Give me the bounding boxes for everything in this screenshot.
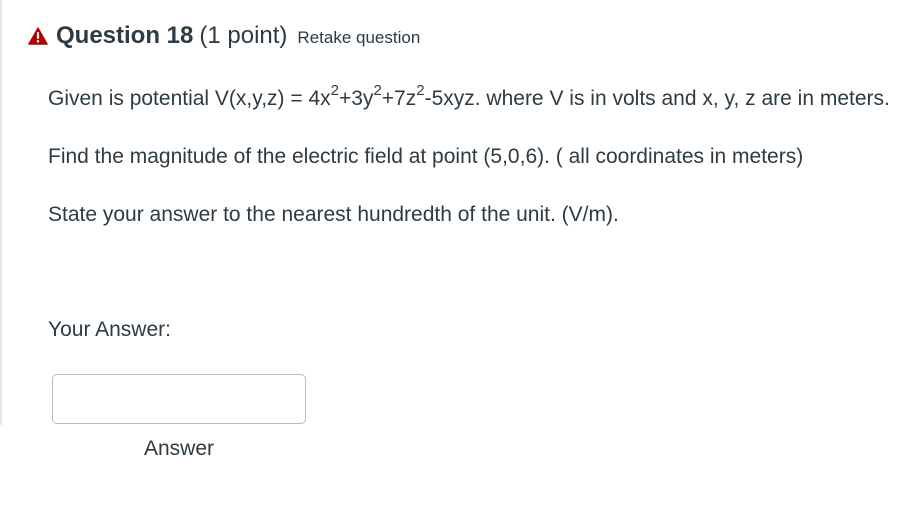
potential-text-z: +7z bbox=[381, 87, 417, 110]
retake-question-label: Retake question bbox=[297, 28, 421, 47]
question-body: Given is potential V(x,y,z) = 4x2+3y2+7z… bbox=[48, 82, 918, 232]
question-title: Question 18 bbox=[56, 22, 194, 49]
left-border-rule bbox=[0, 0, 2, 425]
question-paragraph-2: Find the magnitude of the electric field… bbox=[48, 145, 804, 168]
answer-caption: Answer bbox=[143, 437, 215, 460]
question-header: Question 18 (1 point) Retake question bbox=[28, 22, 420, 50]
question-paragraph-3: State your answer to the nearest hundred… bbox=[48, 203, 619, 226]
question-paragraph-1: Given is potential V(x,y,z) = 4x2+3y2+7z… bbox=[48, 82, 918, 116]
exponent-y: 2 bbox=[373, 82, 382, 99]
answer-input[interactable] bbox=[52, 374, 306, 424]
warning-triangle-icon bbox=[28, 27, 48, 45]
exponent-x: 2 bbox=[330, 82, 339, 99]
your-answer-label: Your Answer: bbox=[48, 318, 171, 341]
potential-text-y: +3y bbox=[338, 87, 374, 110]
quiz-page: Question 18 (1 point) Retake question Gi… bbox=[0, 0, 922, 507]
exponent-z: 2 bbox=[416, 82, 425, 99]
potential-text-prefix: Given is potential V(x,y,z) = 4x bbox=[48, 87, 331, 110]
potential-text-suffix: -5xyz. where V is in volts and x, y, z a… bbox=[424, 87, 890, 110]
question-points: (1 point) bbox=[199, 22, 288, 49]
